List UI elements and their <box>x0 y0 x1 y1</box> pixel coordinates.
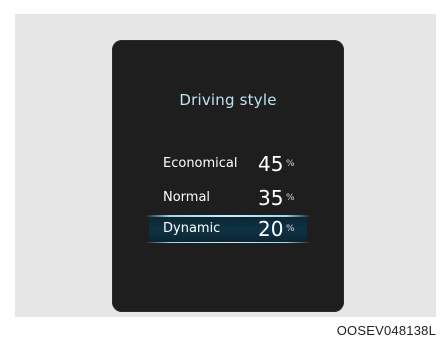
row-unit: % <box>286 193 295 203</box>
instrument-cluster-display: Driving style Economical 45 % Normal 35 … <box>112 40 344 312</box>
row-label: Economical <box>163 156 238 171</box>
driving-style-row-normal: Normal 35 % <box>163 186 303 210</box>
row-label: Dynamic <box>163 221 221 236</box>
row-value: 20 <box>258 217 284 241</box>
row-unit: % <box>286 224 295 234</box>
driving-style-row-economical: Economical 45 % <box>163 152 303 176</box>
display-title: Driving style <box>179 91 277 109</box>
figure-caption-code: OOSEV048138L <box>336 323 436 338</box>
driving-style-row-dynamic: Dynamic 20 % <box>163 217 303 241</box>
row-unit: % <box>286 159 295 169</box>
row-value: 45 <box>258 152 284 176</box>
row-value: 35 <box>258 186 284 210</box>
row-label: Normal <box>163 190 211 205</box>
